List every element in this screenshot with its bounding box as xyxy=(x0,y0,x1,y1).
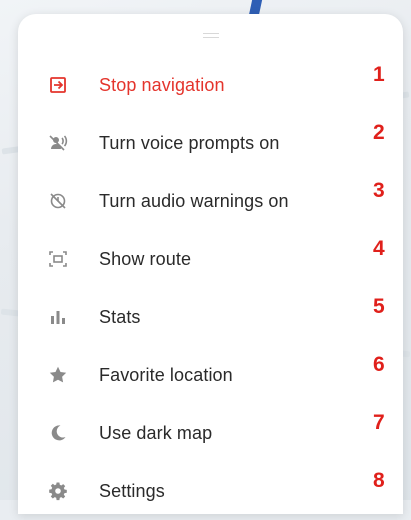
menu-item-label: Show route xyxy=(99,248,192,269)
menu-item-settings[interactable]: Settings xyxy=(18,462,403,520)
menu-item-show-route[interactable]: Show route xyxy=(18,230,403,288)
annotation-number-8: 8 xyxy=(373,469,385,492)
annotation-number-3: 3 xyxy=(373,179,385,202)
gear-icon xyxy=(48,481,68,501)
menu-item-label: Use dark map xyxy=(99,422,213,443)
annotation-number-2: 2 xyxy=(373,121,385,144)
menu-list: Stop navigation Turn voice prompts on Tu… xyxy=(18,56,403,520)
menu-item-stats[interactable]: Stats xyxy=(18,288,403,346)
menu-item-dark-map[interactable]: Use dark map xyxy=(18,404,403,462)
menu-item-label: Turn voice prompts on xyxy=(99,132,280,153)
audio-warnings-off-icon xyxy=(48,191,68,211)
voice-off-icon xyxy=(48,133,68,153)
annotation-number-5: 5 xyxy=(373,295,385,318)
exit-navigation-icon xyxy=(48,75,68,95)
star-icon xyxy=(48,365,68,385)
menu-item-label: Turn audio warnings on xyxy=(99,190,289,211)
drag-handle[interactable] xyxy=(203,33,219,38)
annotation-number-1: 1 xyxy=(373,63,385,86)
menu-item-favorite-location[interactable]: Favorite location xyxy=(18,346,403,404)
moon-icon xyxy=(48,423,68,443)
annotation-number-6: 6 xyxy=(373,353,385,376)
menu-item-voice-prompts[interactable]: Turn voice prompts on xyxy=(18,114,403,172)
menu-item-label: Settings xyxy=(99,480,165,501)
menu-item-label: Favorite location xyxy=(99,364,233,385)
menu-item-audio-warnings[interactable]: Turn audio warnings on xyxy=(18,172,403,230)
menu-item-stop-navigation[interactable]: Stop navigation xyxy=(18,56,403,114)
stats-icon xyxy=(48,307,68,327)
navigation-menu-sheet: Stop navigation Turn voice prompts on Tu… xyxy=(18,14,403,514)
route-overview-icon xyxy=(48,249,68,269)
annotation-number-4: 4 xyxy=(373,237,385,260)
menu-item-label: Stats xyxy=(99,306,141,327)
menu-item-label: Stop navigation xyxy=(99,74,225,95)
annotation-number-7: 7 xyxy=(373,411,385,434)
